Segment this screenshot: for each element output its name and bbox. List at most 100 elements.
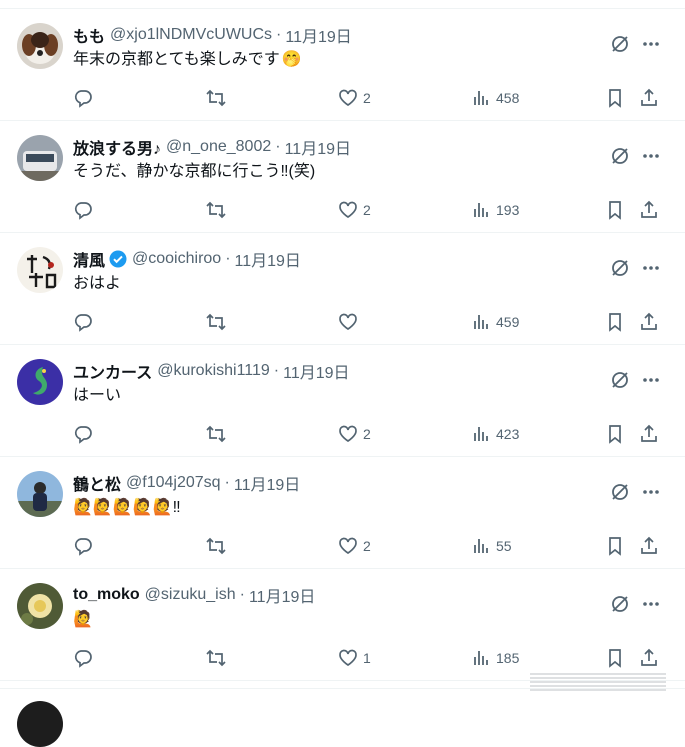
retweet-button[interactable] [205, 533, 232, 559]
share-icon [641, 536, 657, 554]
views-button[interactable]: 423 [471, 421, 519, 447]
avatar[interactable] [17, 23, 63, 69]
like-icon [339, 537, 357, 555]
retweet-button[interactable] [205, 645, 232, 671]
retweet-button[interactable] [205, 421, 232, 447]
like-button[interactable] [338, 309, 363, 335]
action-bar: 2 55 [0, 533, 685, 559]
share-button[interactable] [639, 309, 659, 335]
tweet[interactable]: 清風 @cooichiroo · 11月19日 おはよ 459 [0, 233, 685, 345]
retweet-icon [206, 313, 226, 331]
more-icon[interactable] [640, 593, 662, 615]
bookmark-icon [609, 201, 621, 220]
timestamp[interactable]: 11月19日 [249, 583, 315, 607]
share-icon [641, 200, 657, 218]
display-name[interactable]: 放浪する男♪ [73, 135, 161, 159]
grok-icon[interactable] [609, 593, 631, 615]
grok-icon[interactable] [609, 145, 631, 167]
user-handle[interactable]: @cooichiroo [132, 250, 221, 268]
like-count: 2 [363, 90, 371, 106]
tweet-text: そうだ、静かな京都に行こう‼(笑) [73, 161, 315, 183]
action-bar: 2 193 [0, 197, 685, 223]
bookmark-button[interactable] [605, 85, 625, 111]
retweet-button[interactable] [205, 309, 232, 335]
user-handle[interactable]: @n_one_8002 [166, 138, 271, 156]
avatar[interactable] [17, 359, 63, 405]
reply-button[interactable] [73, 421, 98, 447]
views-button[interactable]: 55 [471, 533, 512, 559]
retweet-icon [206, 425, 226, 443]
reply-button[interactable] [73, 309, 98, 335]
bookmark-button[interactable] [605, 309, 625, 335]
bookmark-button[interactable] [605, 197, 625, 223]
tweet[interactable]: 鶴と松 @f104j207sq · 11月19日 🙋🙋🙋🙋🙋‼ 2 55 [0, 457, 685, 569]
share-button[interactable] [639, 421, 659, 447]
views-button[interactable]: 185 [471, 645, 519, 671]
user-handle[interactable]: @sizuku_ish [145, 586, 236, 604]
display-name[interactable]: ユンカース [73, 359, 152, 383]
like-button[interactable]: 2 [338, 197, 371, 223]
top-divider [0, 0, 685, 9]
reply-button[interactable] [73, 85, 98, 111]
like-count: 2 [363, 202, 371, 218]
tweet-text: 年末の京都とても楽しみです 🤭 [73, 49, 302, 71]
share-button[interactable] [639, 197, 659, 223]
avatar[interactable] [17, 471, 63, 517]
like-button[interactable]: 1 [338, 645, 371, 671]
more-icon[interactable] [640, 481, 662, 503]
views-button[interactable]: 193 [471, 197, 519, 223]
avatar[interactable] [17, 135, 63, 181]
timestamp[interactable]: 11月19日 [235, 247, 301, 271]
display-name[interactable]: 清風 [73, 247, 105, 271]
avatar[interactable] [17, 583, 63, 629]
like-count: 2 [363, 426, 371, 442]
bookmark-button[interactable] [605, 421, 625, 447]
tweet-header: 鶴と松 @f104j207sq · 11月19日 [73, 472, 300, 494]
more-icon[interactable] [640, 33, 662, 55]
display-name[interactable]: もも [73, 23, 105, 47]
user-handle[interactable]: @f104j207sq [126, 474, 221, 492]
like-icon [339, 313, 357, 331]
reply-button[interactable] [73, 533, 98, 559]
grok-icon[interactable] [609, 481, 631, 503]
like-button[interactable]: 2 [338, 421, 371, 447]
bookmark-button[interactable] [605, 533, 625, 559]
bookmark-icon [609, 313, 621, 332]
grok-icon[interactable] [609, 257, 631, 279]
timestamp[interactable]: 11月19日 [234, 471, 300, 495]
emoji: 🙋 [73, 611, 93, 628]
user-handle[interactable]: @kurokishi1119 [157, 362, 270, 380]
timestamp[interactable]: 11月19日 [283, 359, 349, 383]
display-name[interactable]: 鶴と松 [73, 471, 121, 495]
share-button[interactable] [639, 533, 659, 559]
more-icon[interactable] [640, 257, 662, 279]
avatar[interactable] [17, 247, 63, 293]
like-icon [339, 425, 357, 443]
grok-icon[interactable] [609, 369, 631, 391]
timestamp[interactable]: 11月19日 [285, 135, 351, 159]
grok-icon[interactable] [609, 33, 631, 55]
tweet[interactable]: ユンカース @kurokishi1119 · 11月19日 はーい 2 423 [0, 345, 685, 457]
reply-button[interactable] [73, 197, 98, 223]
reply-button[interactable] [73, 645, 98, 671]
user-handle[interactable]: @xjo1lNDMVcUWUCs [110, 26, 272, 44]
display-name[interactable]: to_moko [73, 586, 140, 604]
watermark-lines-icon [530, 673, 666, 691]
separator: · [239, 586, 245, 603]
action-bar: 2 423 [0, 421, 685, 447]
share-button[interactable] [639, 85, 659, 111]
tweet-header: ユンカース @kurokishi1119 · 11月19日 [73, 360, 350, 382]
more-icon[interactable] [640, 369, 662, 391]
tweet[interactable]: もも @xjo1lNDMVcUWUCs · 11月19日 年末の京都とても楽しみ… [0, 9, 685, 121]
retweet-button[interactable] [205, 85, 232, 111]
like-button[interactable]: 2 [338, 533, 371, 559]
more-icon[interactable] [640, 145, 662, 167]
tweet[interactable]: 放浪する男♪ @n_one_8002 · 11月19日 そうだ、静かな京都に行こ… [0, 121, 685, 233]
like-button[interactable]: 2 [338, 85, 371, 111]
retweet-button[interactable] [205, 197, 232, 223]
tweet[interactable]: to_moko @sizuku_ish · 11月19日 🙋 1 185 [0, 569, 685, 681]
share-icon [641, 312, 657, 330]
views-button[interactable]: 458 [471, 85, 519, 111]
views-button[interactable]: 459 [471, 309, 519, 335]
timestamp[interactable]: 11月19日 [285, 23, 351, 47]
